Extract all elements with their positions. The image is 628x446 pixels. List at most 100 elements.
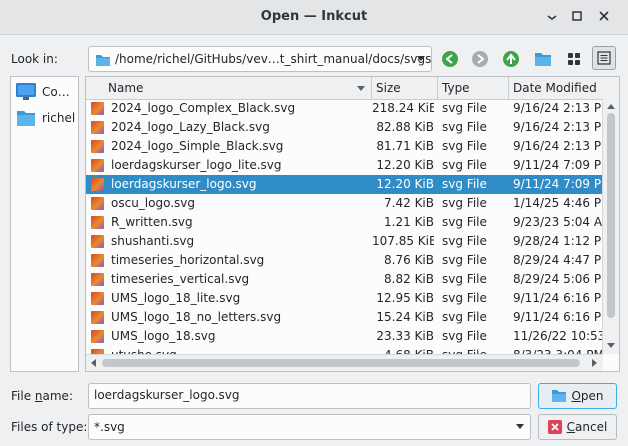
sidebar-item-computer[interactable]: Co… — [16, 80, 76, 104]
minimize-icon[interactable] — [542, 6, 562, 26]
forward-icon — [472, 51, 488, 67]
file-date: 9/16/24 2:13 PM — [513, 139, 603, 153]
window-title: Open — Inkcut — [260, 9, 368, 24]
file-rows: 2024_logo_Complex_Black.svg 218.24 KiB svg… — [86, 99, 603, 354]
back-button[interactable] — [438, 47, 462, 71]
svg-file-icon — [91, 254, 104, 267]
file-type: svg File — [442, 234, 487, 248]
file-row[interactable]: UMS_logo_18.svg 23.33 KiB svg File 11/26/22… — [86, 327, 603, 346]
look-in-path: /home/richel/GitHubs/vev…t_shirt_manual/… — [115, 52, 432, 66]
vertical-scroll-thumb[interactable] — [607, 113, 615, 318]
open-button-key: O — [571, 389, 581, 403]
file-row[interactable]: UMS_logo_18_lite.svg 12.95 KiB svg File 9/1… — [86, 289, 603, 308]
chevron-down-icon — [516, 424, 524, 429]
cancel-button-key: C — [566, 420, 576, 434]
sidebar-item-richel[interactable]: richel — [16, 106, 76, 130]
file-type: svg File — [442, 196, 487, 210]
look-in-label: Look in: — [11, 52, 58, 66]
column-date-modified[interactable]: Date Modified — [509, 77, 603, 99]
file-date: 9/11/24 7:09 PM — [513, 158, 603, 172]
open-button-label: pen — [580, 389, 604, 403]
file-name: 2024_logo_Simple_Black.svg — [111, 139, 284, 153]
file-type: svg File — [442, 101, 487, 115]
parent-directory-button[interactable] — [499, 47, 523, 71]
file-list[interactable]: Name Size Type Date Modified 2024_logo_C… — [85, 76, 620, 372]
detail-view-button[interactable] — [592, 46, 616, 70]
file-size: 8.76 KiB — [384, 253, 434, 267]
file-row[interactable]: R_written.svg 1.21 KiB svg File 9/23/23 5:0… — [86, 213, 603, 232]
file-type-combo[interactable]: *.svg — [88, 414, 531, 440]
file-type: svg File — [442, 120, 487, 134]
file-size: 12.20 KiB — [376, 158, 434, 172]
file-size: 218.24 KiB — [372, 101, 434, 115]
file-row[interactable]: loerdagskurser_logo_lite.svg 12.20 KiB svg… — [86, 156, 603, 175]
file-type-value: *.svg — [94, 420, 125, 434]
look-in-combo[interactable]: /home/richel/GitHubs/vev…t_shirt_manual/… — [88, 46, 432, 72]
file-name-label: File name: — [11, 389, 73, 403]
file-type: svg File — [442, 346, 508, 354]
icon-view-button[interactable] — [562, 47, 586, 71]
column-name-label: Name — [108, 81, 144, 95]
file-row[interactable]: utusho.svg4.68 KiB svg File 8/3/23 3:04 PM — [86, 346, 603, 354]
file-name-label-post: ame: — [42, 389, 73, 403]
file-date: 8/29/24 5:06 PM — [513, 272, 603, 286]
file-name-label-key: n — [34, 389, 43, 403]
file-row[interactable]: 2024_logo_Simple_Black.svg 81.71 KiB svg F… — [86, 137, 603, 156]
file-name: R_written.svg — [111, 215, 193, 229]
file-date: 9/11/24 6:16 PM — [513, 291, 603, 305]
close-icon[interactable] — [594, 6, 614, 26]
file-date: 9/11/24 6:16 PM — [513, 310, 603, 324]
file-name-input[interactable]: loerdagskurser_logo.svg — [88, 383, 531, 409]
file-row[interactable]: UMS_logo_18_no_letters.svg 15.24 KiB svg F… — [86, 308, 603, 327]
grid-icon — [568, 53, 580, 65]
horizontal-scroll-thumb[interactable] — [102, 359, 580, 367]
computer-icon — [16, 83, 36, 100]
svg-file-icon — [91, 102, 104, 115]
file-name: utusho.svg — [111, 346, 369, 354]
file-row[interactable]: loerdagskurser_logo.svg 12.20 KiB svg File… — [86, 175, 603, 194]
file-row[interactable]: timeseries_vertical.svg 8.82 KiB svg File 8… — [86, 270, 603, 289]
file-type: svg File — [442, 329, 487, 343]
folder-open-icon — [552, 390, 567, 402]
file-date: 9/28/24 1:12 PM — [513, 234, 603, 248]
column-type[interactable]: Type — [438, 77, 509, 99]
cancel-button[interactable]: Cancel — [538, 414, 617, 440]
file-date: 11/26/22 10:53 AM — [513, 329, 603, 343]
file-size: 107.85 KiB — [372, 234, 434, 248]
horizontal-scrollbar[interactable] — [86, 354, 603, 371]
scroll-down-icon[interactable] — [607, 343, 615, 348]
open-button[interactable]: Open — [538, 383, 617, 409]
file-size: 82.88 KiB — [376, 120, 434, 134]
file-date: 8/29/24 4:47 PM — [513, 253, 603, 267]
scroll-left-icon[interactable] — [91, 359, 96, 367]
svg-file-icon — [91, 235, 104, 248]
sort-indicator-icon — [357, 86, 365, 91]
folder-icon — [17, 111, 35, 126]
sidebar-item-label: richel — [42, 111, 76, 125]
file-row[interactable]: shushanti.svg 107.85 KiB svg File 9/28/24 1… — [86, 232, 603, 251]
forward-button[interactable] — [468, 47, 492, 71]
column-name[interactable]: Name — [102, 77, 372, 99]
file-size: 1.21 KiB — [384, 215, 434, 229]
column-size[interactable]: Size — [372, 77, 438, 99]
new-folder-button[interactable] — [531, 47, 555, 71]
file-name: UMS_logo_18_no_letters.svg — [111, 310, 282, 324]
file-row[interactable]: 2024_logo_Complex_Black.svg 218.24 KiB svg… — [86, 99, 603, 118]
cancel-button-label: ancel — [575, 420, 608, 434]
svg-file-icon — [91, 216, 104, 229]
file-type: svg File — [442, 272, 487, 286]
maximize-icon[interactable] — [567, 6, 587, 26]
svg-file-icon — [91, 140, 104, 153]
file-row[interactable]: timeseries_horizontal.svg 8.76 KiB svg Fil… — [86, 251, 603, 270]
file-size: 12.95 KiB — [376, 291, 434, 305]
file-name: 2024_logo_Complex_Black.svg — [111, 101, 296, 115]
scroll-right-icon[interactable] — [592, 359, 597, 367]
file-type: svg File — [442, 177, 487, 191]
file-type: svg File — [442, 291, 487, 305]
scroll-up-icon[interactable] — [607, 104, 615, 109]
vertical-scrollbar[interactable] — [602, 99, 619, 354]
file-row[interactable]: 2024_logo_Lazy_Black.svg 82.88 KiB svg Fil… — [86, 118, 603, 137]
back-icon — [442, 51, 458, 67]
file-row[interactable]: oscu_logo.svg 7.42 KiB svg File 1/14/25 4:4… — [86, 194, 603, 213]
file-size: 23.33 KiB — [376, 329, 434, 343]
